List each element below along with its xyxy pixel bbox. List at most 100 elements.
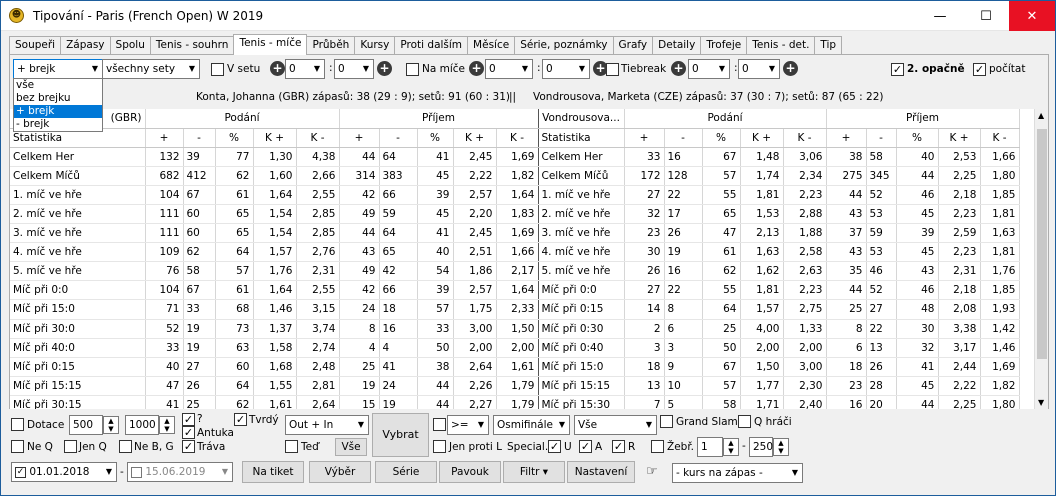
grand-slam-checkbox[interactable] [660, 415, 673, 428]
sets-select[interactable]: všechny sety ▼ [102, 59, 200, 79]
zebr-checkbox[interactable] [651, 440, 664, 453]
dropdown-option[interactable]: + brejk [14, 105, 102, 118]
pocitat-checkbox[interactable]: ✓ [973, 63, 986, 76]
dropdown-option[interactable]: vše [14, 79, 102, 92]
out-in-select[interactable]: Out + In ▼ [285, 415, 369, 435]
zebr-to-spinner[interactable]: ▲ ▼ [773, 438, 789, 456]
table-row[interactable]: 3. míč ve hře 111 60 65 1,54 2,85 44 64 41 2,45 1,… [10, 223, 1020, 244]
v-setu-to[interactable]: 0 ▼ [334, 59, 374, 79]
tab-5[interactable]: Průběh [306, 36, 356, 55]
tiebreak-to[interactable]: 0 ▼ [738, 59, 780, 79]
dotace-from-spinner[interactable]: ▲ ▼ [103, 416, 119, 434]
ne-q-checkbox[interactable] [11, 440, 24, 453]
na-mice-from[interactable]: 0 ▼ [485, 59, 533, 79]
nastaveni-button[interactable]: Nastavení [567, 461, 635, 483]
table-row[interactable]: Míč při 15:15 47 26 64 1,55 2,81 19 24 44 2,26 1,7… [10, 376, 1020, 396]
operator-select[interactable]: >= ▼ [447, 415, 489, 435]
maximize-button[interactable]: ☐ [963, 1, 1009, 31]
tab-8[interactable]: Měsíce [467, 36, 516, 55]
na-mice-checkbox[interactable] [406, 63, 419, 76]
tvrdy-checkbox[interactable]: ✓ [234, 413, 247, 426]
ne-bg-checkbox[interactable] [119, 440, 132, 453]
pavouk-button[interactable]: Pavouk [439, 461, 501, 483]
tab-3[interactable]: Tenis - souhrn [149, 36, 235, 55]
plus-icon[interactable]: + [377, 61, 392, 76]
v-setu-checkbox[interactable] [211, 63, 224, 76]
minimize-button[interactable]: — [917, 1, 963, 31]
zebr-from-input[interactable]: 1 [697, 437, 723, 457]
tab-11[interactable]: Detaily [652, 36, 702, 55]
zebr-to-input[interactable]: 250 [749, 437, 773, 457]
antuka-checkbox[interactable]: ✓ [182, 426, 195, 439]
opacne-checkbox[interactable]: ✓ [891, 63, 904, 76]
tab-10[interactable]: Grafy [612, 36, 654, 55]
tab-13[interactable]: Tenis - det. [746, 36, 816, 55]
tab-14[interactable]: Tip [814, 36, 843, 55]
dotace-to-input[interactable]: 1000 [125, 415, 159, 435]
table-row[interactable]: 1. míč ve hře 104 67 61 1,64 2,55 42 66 39 2,57 1,… [10, 185, 1020, 205]
jen-q-checkbox[interactable] [64, 440, 77, 453]
vyber-button[interactable]: Výběr [309, 461, 371, 483]
v-setu-from[interactable]: 0 ▼ [285, 59, 325, 79]
tab-1[interactable]: Zápasy [60, 36, 111, 55]
table-row[interactable]: Celkem Míčů 682 412 62 1,60 2,66 314 383 45 2,22 1… [10, 166, 1020, 186]
table-row[interactable]: Míč při 30:15 41 25 62 1,61 2,64 15 19 44 2,27 1,7… [10, 395, 1020, 409]
table-row[interactable]: 2. míč ve hře 111 60 65 1,54 2,85 49 59 45 2,20 1,… [10, 204, 1020, 225]
vertical-scrollbar[interactable]: ▲ ▼ [1034, 109, 1048, 409]
tab-2[interactable]: Spolu [109, 36, 151, 55]
table-row[interactable]: 4. míč ve hře 109 62 64 1,57 2,76 43 65 40 2,51 1,… [10, 242, 1020, 263]
zebr-from-spinner[interactable]: ▲ ▼ [723, 438, 739, 456]
table-row[interactable]: Míč při 0:15 40 27 60 1,68 2,48 25 41 38 2,64 1,61… [10, 357, 1020, 377]
table-row[interactable]: Míč při 40:0 33 19 63 1,58 2,74 4 4 50 2,00 2,00 Mí… [10, 338, 1020, 358]
table-row[interactable]: Míč při 15:0 71 33 68 1,46 3,15 24 18 57 1,75 2,33… [10, 299, 1020, 320]
na-mice-to[interactable]: 0 ▼ [542, 59, 590, 79]
scroll-up-icon[interactable]: ▲ [1038, 111, 1044, 120]
u-checkbox[interactable]: ✓ [548, 440, 561, 453]
r-checkbox[interactable]: ✓ [612, 440, 625, 453]
plus-icon[interactable]: + [671, 61, 686, 76]
table-row[interactable]: Míč při 0:0 104 67 61 1,64 2,55 42 66 39 2,57 1,64… [10, 280, 1020, 301]
tiebreak-from[interactable]: 0 ▼ [688, 59, 730, 79]
dotace-checkbox[interactable] [11, 418, 24, 431]
tab-7[interactable]: Proti dalším [394, 36, 469, 55]
plus-icon[interactable]: + [469, 61, 484, 76]
q-hraci-checkbox[interactable] [738, 415, 751, 428]
tab-9[interactable]: Série, poznámky [514, 36, 614, 55]
tab-4[interactable]: Tenis - míče [233, 34, 308, 55]
dropdown-option[interactable]: bez brejku [14, 92, 102, 105]
tab-0[interactable]: Soupeři [9, 36, 62, 55]
tab-12[interactable]: Trofeje [700, 36, 748, 55]
na-tiket-button[interactable]: Na tiket [242, 461, 304, 483]
table-row[interactable]: Celkem Her 132 39 77 1,30 4,38 44 64 41 2,45 1,69 C… [10, 147, 1020, 167]
break-select[interactable]: + brejk ▼ [13, 59, 103, 79]
tiebreak-checkbox[interactable] [606, 63, 619, 76]
date-from-check-icon[interactable]: ✓ [15, 466, 26, 478]
dropdown-option[interactable]: - brejk [14, 118, 102, 131]
jen-proti-l-checkbox[interactable] [433, 440, 446, 453]
a-checkbox[interactable]: ✓ [579, 440, 592, 453]
scroll-down-icon[interactable]: ▼ [1038, 398, 1044, 407]
ted-checkbox[interactable] [285, 440, 298, 453]
q-checkbox[interactable]: ✓ [182, 413, 195, 426]
kurs-select[interactable]: - kurs na zápas - ▼ [672, 463, 803, 483]
dotace-from-input[interactable]: 500 [69, 415, 103, 435]
round-select[interactable]: Osmifinále ▼ [493, 415, 570, 435]
filtr-button[interactable]: Filtr ▾ [503, 461, 565, 483]
plus-icon[interactable]: + [270, 61, 285, 76]
vybrat-button[interactable]: Vybrat [372, 413, 429, 457]
vse-button[interactable]: Vše [335, 438, 367, 456]
date-to-check-icon[interactable] [131, 466, 142, 478]
operator-checkbox[interactable] [433, 418, 446, 431]
table-row[interactable]: 5. míč ve hře 76 58 57 1,76 2,31 49 42 54 1,86 2,1… [10, 261, 1020, 282]
scroll-thumb[interactable] [1037, 129, 1047, 359]
vse-select[interactable]: Vše ▼ [574, 415, 657, 435]
close-button[interactable]: ✕ [1009, 1, 1055, 31]
dotace-to-spinner[interactable]: ▲ ▼ [159, 416, 175, 434]
plus-icon[interactable]: + [783, 61, 798, 76]
date-from-picker[interactable]: ✓ 01.01.2018 ▼ [11, 462, 117, 482]
serie-button[interactable]: Série [375, 461, 437, 483]
tab-6[interactable]: Kursy [354, 36, 396, 55]
date-to-picker[interactable]: 15.06.2019 ▼ [127, 462, 233, 482]
trava-checkbox[interactable]: ✓ [182, 440, 195, 453]
table-row[interactable]: Míč při 30:0 52 19 73 1,37 3,74 8 16 33 3,00 1,50 M… [10, 319, 1020, 339]
